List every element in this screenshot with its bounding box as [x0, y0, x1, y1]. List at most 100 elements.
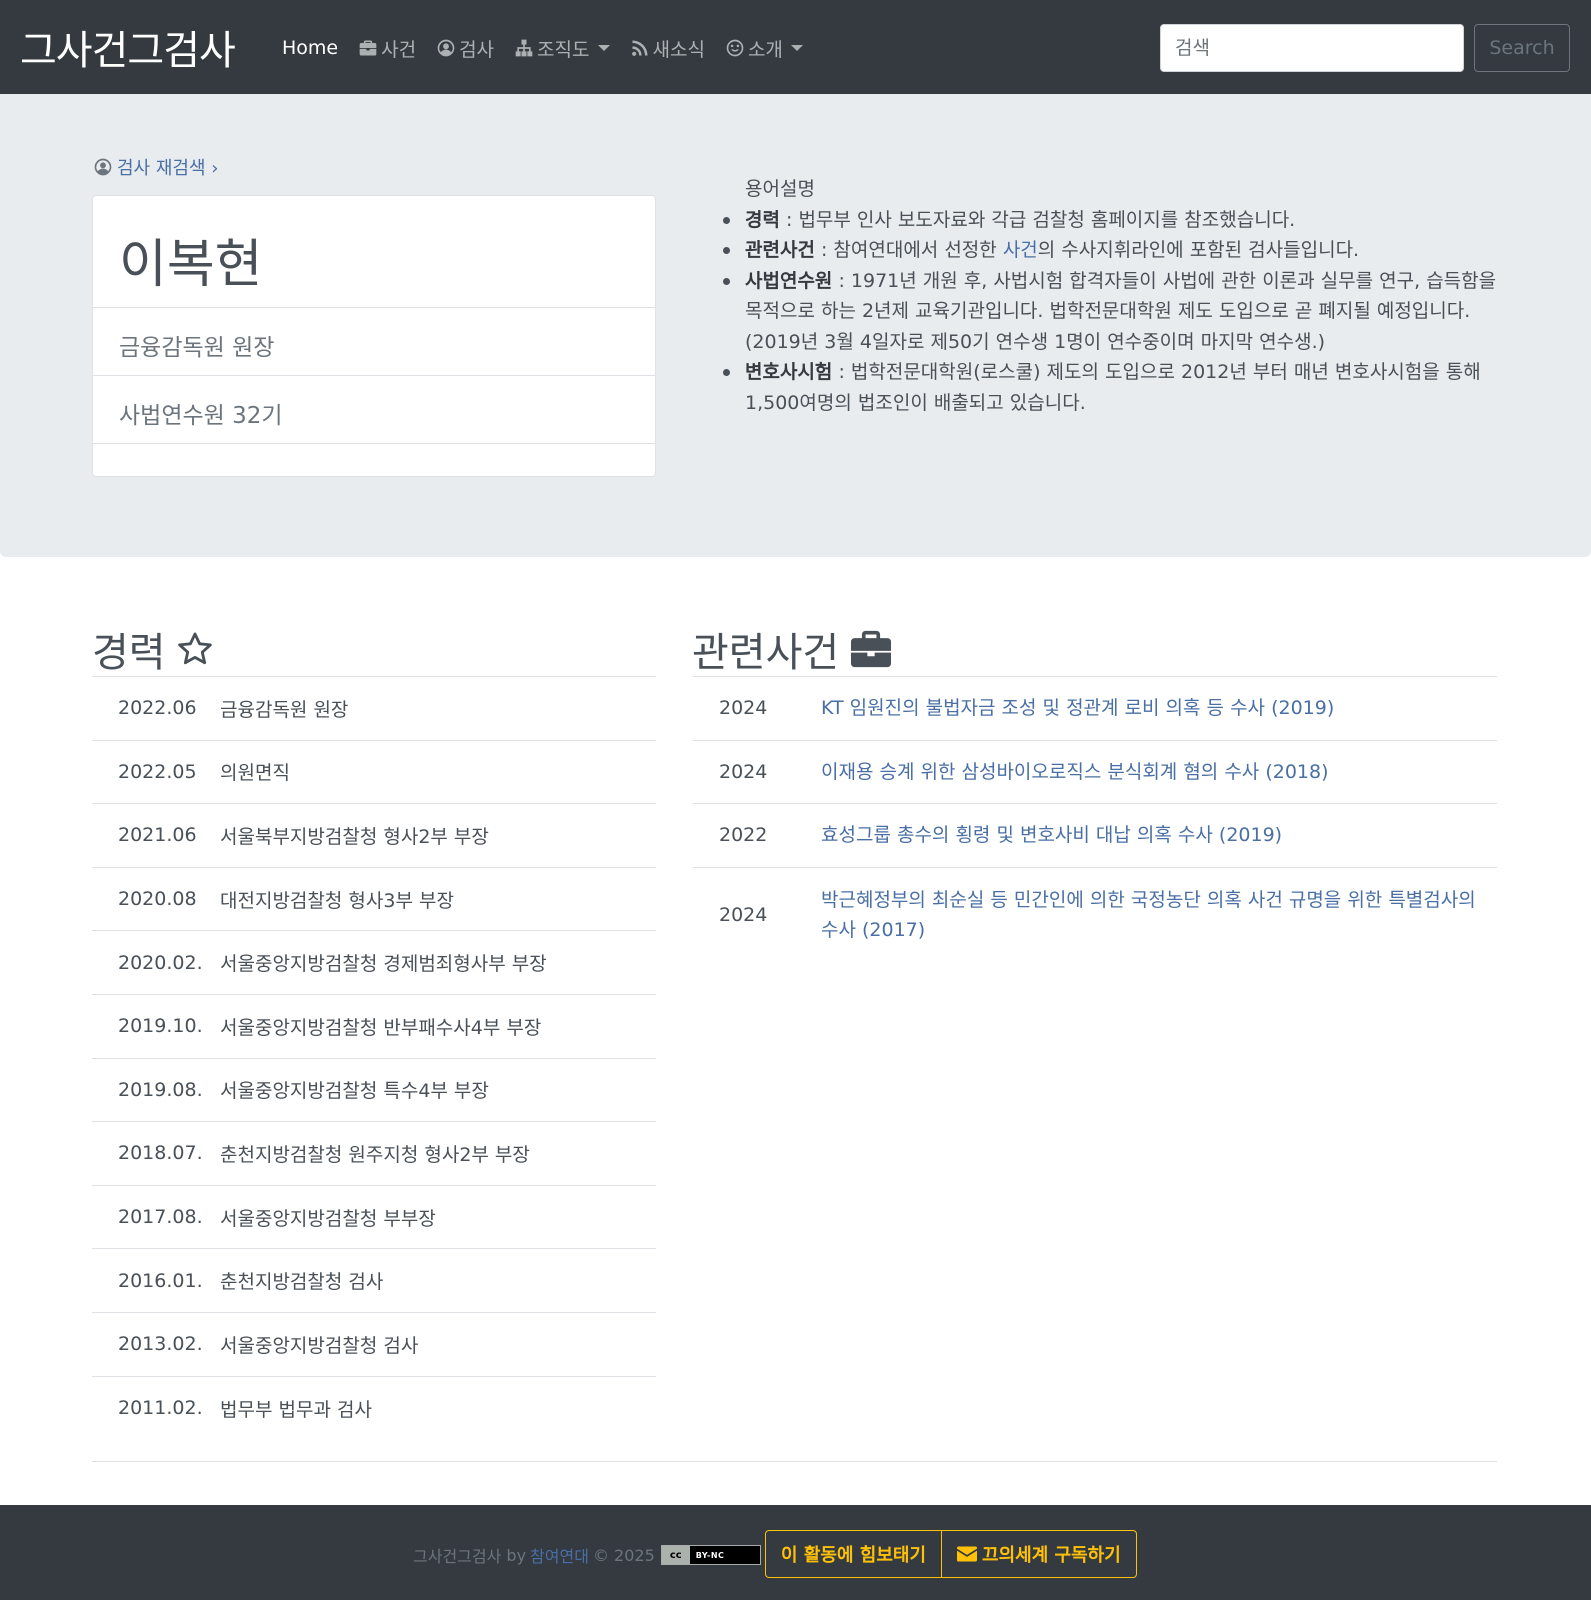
career-desc: 서울북부지방검찰청 형사2부 부장 — [220, 825, 489, 848]
chevron-down-icon — [597, 45, 610, 51]
envelope-icon — [957, 1546, 978, 1562]
career-date: 2020.08 — [118, 888, 197, 911]
career-desc: 대전지방검찰청 형사3부 부장 — [220, 889, 454, 912]
support-button-label: 이 활동에 힘보태기 — [781, 1545, 927, 1566]
career-date: 2016.01. — [118, 1269, 203, 1292]
glossary: 용어설명 경력 : 법무부 인사 보도자료와 각급 검찰청 홈페이지를 참조했습… — [722, 174, 1502, 418]
table-row: 2024 이재용 승계 위한 삼성바이오로직스 분식회계 혐의 수사 (2018) — [693, 741, 1497, 805]
briefcase-icon — [851, 630, 892, 668]
cc-license-right: BY-NC — [695, 1550, 725, 1560]
glossary-desc: 의 수사지휘라인에 포함된 검사들입니다. — [1037, 239, 1360, 261]
case-link[interactable]: 박근혜정부의 최순실 등 민간인에 의한 국정농단 의혹 사건 규명을 위한 특… — [821, 869, 1497, 961]
profile-header: 검사 재검색 › 이복현 금융감독원 원장 사법연수원 32기 용어설명 경력 … — [0, 94, 1591, 557]
case-year: 2024 — [719, 903, 768, 926]
footer-site: 그사건그검사 — [413, 1547, 502, 1566]
search-input[interactable] — [1160, 24, 1464, 72]
glossary-cases-link[interactable]: 사건 — [1003, 239, 1038, 261]
career-desc: 금융감독원 원장 — [220, 698, 349, 721]
table-row: 2024 박근혜정부의 최순실 등 민간인에 의한 국정농단 의혹 사건 규명을 … — [693, 868, 1497, 962]
footer-by: by — [506, 1545, 527, 1565]
case-year: 2024 — [719, 760, 768, 783]
table-row: 2022.06 금융감독원 원장 — [92, 677, 656, 741]
nav-about-label: 소개 — [747, 38, 783, 61]
table-row: 2013.02. 서울중앙지방검찰청 검사 — [92, 1313, 656, 1377]
career-desc: 서울중앙지방검찰청 특수4부 부장 — [220, 1080, 489, 1103]
research-link-label: 검사 재검색 › — [117, 158, 219, 179]
table-row: 2017.08. 서울중앙지방검찰청 부부장 — [92, 1186, 656, 1250]
nav-prosecutors[interactable]: 검사 — [436, 35, 494, 62]
main-nav: Home 사건 검사 조직도 새소식 소개 — [282, 34, 823, 62]
glossary-item: 관련사건 : 참여연대에서 선정한 사건의 수사지휘라인에 포함된 검사들입니다… — [722, 235, 1502, 266]
glossary-term: 관련사건 — [745, 239, 815, 261]
nav-home[interactable]: Home — [282, 37, 338, 59]
glossary-item: 변호사시험 : 법학전문대학원(로스쿨) 제도의 도입으로 2012년 부터 매… — [722, 357, 1502, 418]
glossary-item: 사법연수원 : 1971년 개원 후, 사법시험 합격자들이 사법에 관한 이론… — [722, 266, 1502, 358]
nav-home-label: Home — [282, 37, 339, 59]
case-link[interactable]: KT 임원진의 불법자금 조성 및 정관계 로비 의혹 등 수사 (2019) — [821, 677, 1354, 739]
subscribe-button[interactable]: 끄의세계 구독하기 — [942, 1530, 1137, 1578]
career-date: 2020.02. — [118, 951, 203, 974]
case-link[interactable]: 이재용 승계 위한 삼성바이오로직스 분식회계 혐의 수사 (2018) — [821, 741, 1349, 803]
user-circle-icon — [437, 39, 455, 57]
nav-news-label: 새소식 — [652, 38, 705, 61]
user-circle-icon — [94, 158, 112, 176]
subscribe-button-label: 끄의세계 구독하기 — [982, 1545, 1121, 1566]
career-desc: 춘천지방검찰청 원주지청 형사2부 부장 — [220, 1143, 530, 1166]
footer-copyright: © 2025 — [592, 1545, 655, 1565]
glossary-item: 경력 : 법무부 인사 보도자료와 각급 검찰청 홈페이지를 참조했습니다. — [722, 205, 1502, 236]
cases-heading-label: 관련사건 — [692, 630, 840, 676]
top-navbar: 그사건그검사 Home 사건 검사 조직도 새소식 소개 Search — [0, 0, 1591, 94]
career-table: 2022.06 금융감독원 원장 2022.05 의원면직 2021.06 서울북부지… — [92, 676, 656, 1440]
support-button[interactable]: 이 활동에 힘보태기 — [765, 1530, 943, 1578]
career-desc: 서울중앙지방검찰청 검사 — [220, 1334, 419, 1357]
table-row: 2020.08 대전지방검찰청 형사3부 부장 — [92, 868, 656, 932]
glossary-title: 용어설명 — [745, 178, 815, 200]
career-date: 2011.02. — [118, 1397, 203, 1420]
footer-credits: 그사건그검사 by 참여연대 © 2025 cc BY-NC — [413, 1543, 761, 1567]
footer-button-group: 이 활동에 힘보태기 끄의세계 구독하기 — [765, 1530, 1137, 1578]
search-button[interactable]: Search — [1474, 24, 1570, 72]
cases-heading: 관련사건 — [692, 620, 893, 678]
nav-prosecutors-label: 검사 — [459, 38, 495, 61]
table-row: 2019.10. 서울중앙지방검찰청 반부패수사4부 부장 — [92, 995, 656, 1059]
career-desc: 서울중앙지방검찰청 부부장 — [220, 1207, 436, 1230]
table-row: 2022 효성그룹 총수의 횡령 및 변호사비 대납 의혹 수사 (2019) — [693, 804, 1497, 868]
career-heading: 경력 — [92, 620, 214, 678]
smile-icon — [726, 39, 744, 57]
section-divider — [92, 1461, 1497, 1462]
case-year: 2022 — [719, 824, 768, 847]
nav-about[interactable]: 소개 — [725, 35, 803, 62]
research-link[interactable]: 검사 재검색 › — [93, 154, 218, 180]
case-link[interactable]: 효성그룹 총수의 횡령 및 변호사비 대납 의혹 수사 (2019) — [821, 804, 1302, 866]
cc-license-badge[interactable]: cc BY-NC — [660, 1545, 761, 1565]
cases-table: 2024 KT 임원진의 불법자금 조성 및 정관계 로비 의혹 등 수사 (20… — [693, 676, 1497, 962]
career-date: 2021.06 — [118, 824, 197, 847]
table-row: 2011.02. 법무부 법무과 검사 — [92, 1377, 656, 1441]
career-date: 2018.07. — [118, 1142, 203, 1165]
prosecutor-name: 이복현 — [93, 196, 655, 308]
cc-license-left: cc — [661, 1546, 690, 1564]
career-desc: 법무부 법무과 검사 — [220, 1398, 372, 1421]
glossary-desc: : 참여연대에서 선정한 — [814, 239, 1003, 261]
career-date: 2013.02. — [118, 1333, 203, 1356]
briefcase-icon — [359, 40, 377, 56]
glossary-list: 경력 : 법무부 인사 보도자료와 각급 검찰청 홈페이지를 참조했습니다. 관… — [722, 205, 1502, 419]
footer-org-link[interactable]: 참여연대 — [530, 1543, 589, 1567]
site-brand[interactable]: 그사건그검사 — [20, 18, 236, 76]
glossary-term: 경력 — [745, 208, 780, 231]
career-desc: 서울중앙지방검찰청 경제범죄형사부 부장 — [220, 953, 547, 976]
glossary-desc: : 1971년 개원 후, 사법시험 합격자들이 사법에 관한 이론과 실무를 … — [745, 269, 1497, 353]
table-row: 2021.06 서울북부지방검찰청 형사2부 부장 — [92, 804, 656, 868]
nav-cases[interactable]: 사건 — [358, 35, 416, 62]
career-date: 2019.08. — [118, 1078, 203, 1101]
profile-card: 이복현 금융감독원 원장 사법연수원 32기 — [92, 195, 656, 477]
training-class: 사법연수원 32기 — [93, 376, 655, 444]
table-row: 2016.01. 춘천지방검찰청 검사 — [92, 1249, 656, 1313]
nav-orgchart[interactable]: 조직도 — [514, 35, 610, 62]
glossary-term: 사법연수원 — [745, 269, 833, 292]
career-desc: 서울중앙지방검찰청 반부패수사4부 부장 — [220, 1016, 542, 1039]
sitemap-icon — [515, 39, 533, 57]
nav-cases-label: 사건 — [381, 38, 417, 61]
nav-news[interactable]: 새소식 — [630, 35, 705, 62]
career-date: 2022.06 — [118, 697, 197, 720]
